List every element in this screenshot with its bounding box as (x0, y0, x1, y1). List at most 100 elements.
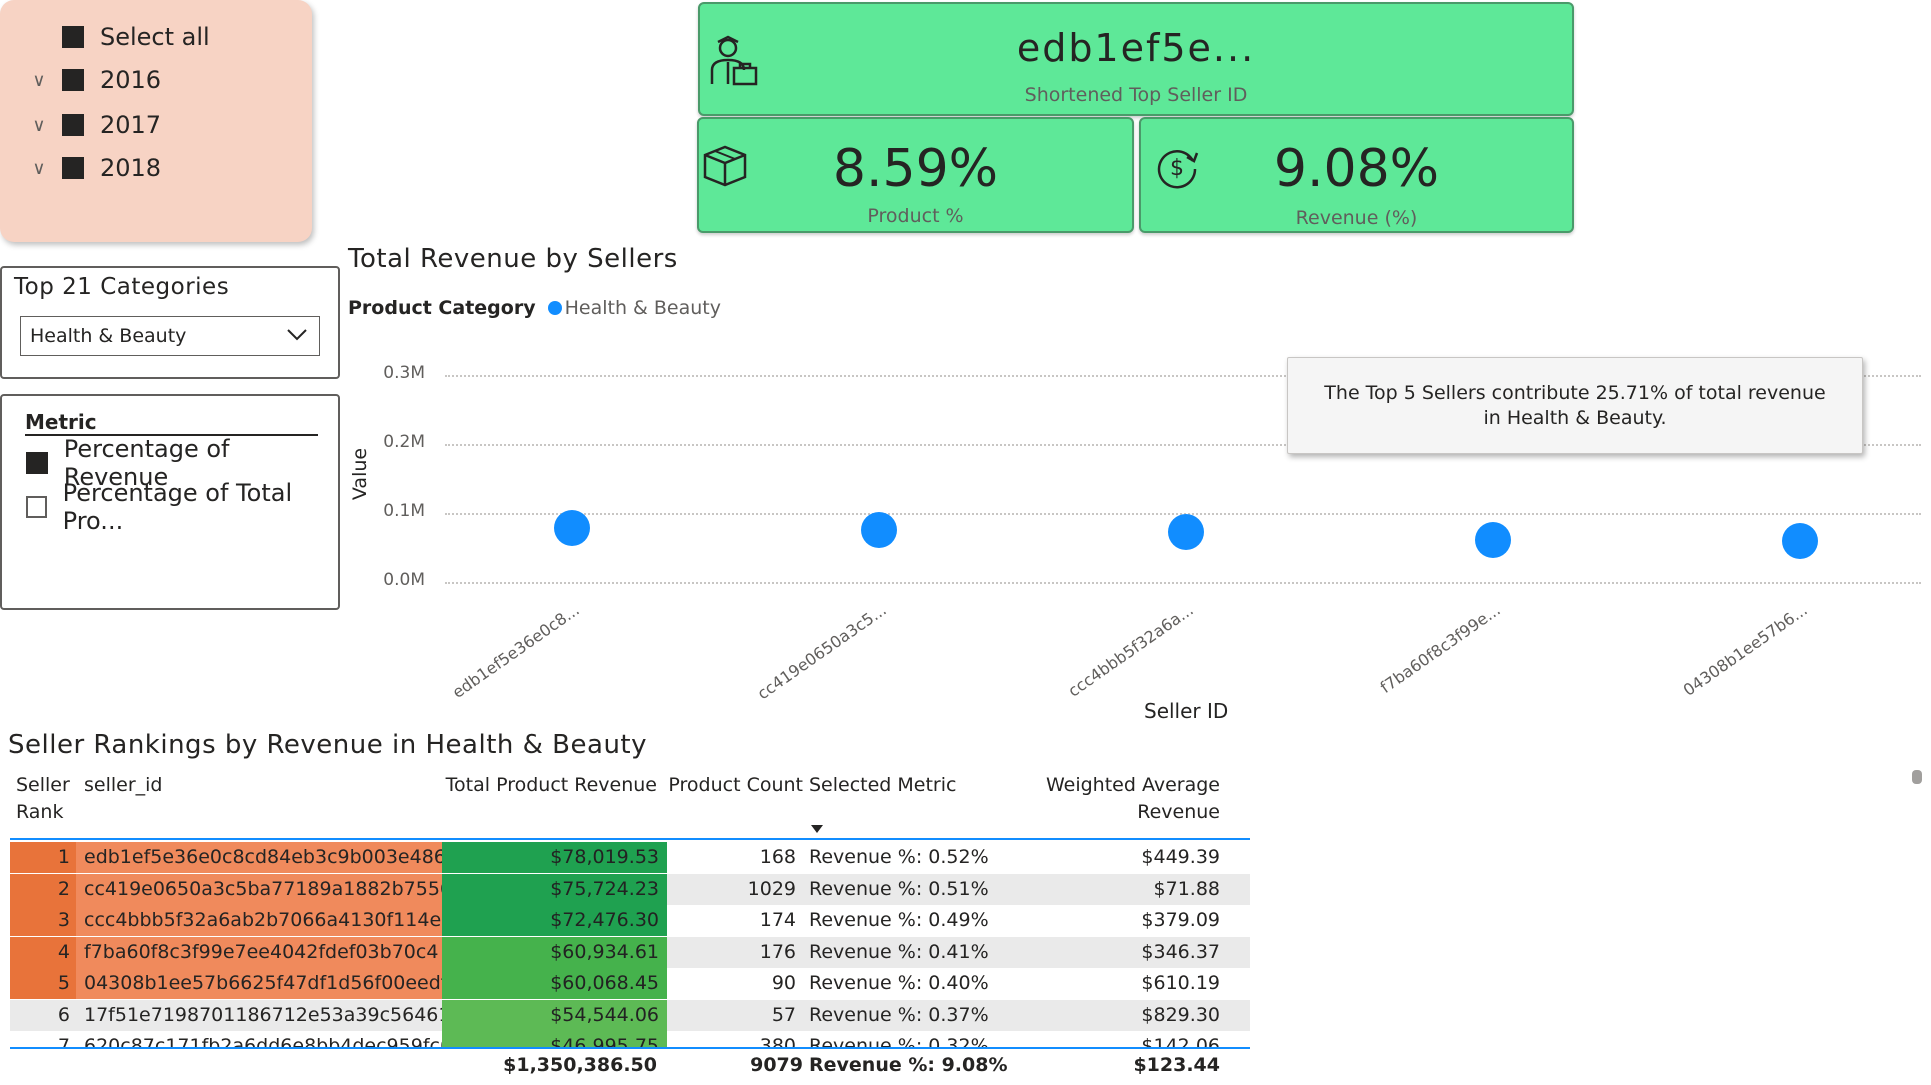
category-dropdown-value: Health & Beauty (30, 325, 187, 347)
revenue-pct-label: Revenue (%) (1295, 207, 1418, 229)
chevron-down-icon[interactable]: ∨ (28, 158, 50, 179)
total-selected-metric: Revenue %: 9.08% (809, 1054, 1008, 1076)
year-slicer-item-label: 2016 (100, 66, 162, 94)
top-seller-label: Shortened Top Seller ID (1024, 84, 1248, 106)
cell-rank: 6 (57, 1003, 70, 1026)
cell-weighted-avg: $379.09 (1141, 909, 1220, 931)
cell-weighted-avg: $71.88 (1153, 877, 1220, 900)
table-header: Seller Rank seller_id Total Product Reve… (10, 772, 1250, 842)
cell-product-count: 90 (771, 972, 796, 994)
cell-seller-id: ccc4bbb5f32a6ab2b7066a4130f114e3 (76, 905, 450, 936)
year-slicer-item-label: 2017 (100, 111, 162, 139)
table-row[interactable]: 3 ccc4bbb5f32a6ab2b7066a4130f114e3 $72,476… (10, 905, 1250, 936)
x-tick-label: edb1ef5e36e0c8... (448, 600, 583, 702)
annotation-text: The Top 5 Sellers contribute 25.71% of t… (1324, 381, 1826, 429)
data-point[interactable] (861, 511, 897, 548)
cell-weighted-avg: $829.30 (1141, 1003, 1220, 1026)
checkbox[interactable] (62, 114, 84, 136)
table-row[interactable]: 5 04308b1ee57b6625f47df1d56f00eedf $60,068… (10, 968, 1250, 999)
product-pct-value: 8.59% (832, 139, 999, 199)
chevron-down-icon[interactable]: ∨ (28, 70, 50, 91)
data-point[interactable] (1168, 513, 1204, 550)
x-tick-label: cc419e0650a3c5... (753, 600, 890, 704)
col-header-seller-id[interactable]: seller_id (84, 772, 163, 799)
y-tick-label: 0.3M (383, 363, 425, 383)
cell-product-count: 176 (759, 940, 796, 963)
cell-product-count: 168 (759, 846, 796, 868)
product-pct-label: Product % (867, 205, 964, 227)
cell-selected-metric: Revenue %: 0.40% (809, 972, 989, 994)
sort-desc-icon[interactable] (810, 824, 824, 834)
category-slicer: Top 21 Categories Health & Beauty (0, 266, 340, 379)
year-slicer-item[interactable]: ∨Select all (28, 20, 210, 54)
table-row[interactable]: 2 cc419e0650a3c5ba77189a1882b7556a $75,724… (10, 873, 1250, 905)
cell-rank: 1 (10, 842, 76, 873)
cell-rank: 2 (10, 873, 76, 905)
cell-weighted-avg: $610.19 (1141, 972, 1220, 994)
year-slicer-item-label: Select all (100, 23, 210, 51)
legend-title: Product Category (348, 297, 536, 319)
cell-revenue: $60,934.61 (442, 936, 667, 968)
table-totals-row: $1,350,386.50 9079 Revenue %: 9.08% $123… (10, 1050, 1250, 1082)
year-slicer-item[interactable]: ∨ 2017 (28, 108, 161, 142)
cell-rank: 7 (57, 1035, 70, 1048)
cell-seller-id: cc419e0650a3c5ba77189a1882b7556a (76, 873, 450, 905)
checkbox[interactable] (62, 69, 84, 91)
top-seller-value: edb1ef5e... (1016, 26, 1256, 70)
col-header-revenue[interactable]: Total Product Revenue (440, 772, 657, 799)
cell-weighted-avg: $346.37 (1141, 940, 1220, 963)
total-revenue: $1,350,386.50 (503, 1054, 657, 1076)
table-row[interactable]: 4 f7ba60f8c3f99e7ee4042fdef03b70c4 $60,934… (10, 936, 1250, 968)
cell-seller-id: edb1ef5e36e0c8cd84eb3c9b003e486d (76, 842, 450, 873)
revenue-pct-value: 9.08% (1273, 139, 1440, 199)
data-point[interactable] (1475, 521, 1511, 558)
cell-product-count: 1029 (747, 877, 796, 900)
cell-revenue: $54,544.06 (442, 999, 667, 1031)
data-point[interactable] (554, 510, 590, 547)
legend-marker (547, 301, 562, 315)
cell-product-count: 57 (771, 1003, 796, 1026)
year-slicer: ∨Select all ∨ 2016 ∨ 2017 ∨ 2018 (0, 0, 312, 242)
metric-option-label: Percentage of Total Pro... (62, 479, 293, 535)
checkbox[interactable] (26, 496, 47, 518)
col-header-product-count[interactable]: Product Count (660, 772, 803, 799)
year-slicer-item-label: 2018 (100, 154, 162, 182)
metric-option[interactable]: Percentage of Total Pro... (26, 479, 338, 535)
cell-seller-id: 620c87c171fb2a6dd6e8bb4dec959fc6 (84, 1035, 450, 1048)
chevron-down-icon (287, 329, 307, 341)
cell-weighted-avg: $142.06 (1141, 1035, 1220, 1048)
checkbox[interactable] (62, 157, 84, 179)
cell-selected-metric: Revenue %: 0.51% (809, 877, 989, 900)
table-total-rule (10, 1047, 1250, 1049)
cell-rank: 4 (10, 936, 76, 968)
category-dropdown[interactable]: Health & Beauty (20, 316, 320, 356)
annotation-card: The Top 5 Sellers contribute 25.71% of t… (1287, 357, 1863, 454)
table-row[interactable]: 7 620c87c171fb2a6dd6e8bb4dec959fc6 $46,995… (10, 1031, 1250, 1048)
total-product-count: 9079 (750, 1054, 803, 1076)
scroll-thumb[interactable] (1912, 770, 1922, 784)
table-row[interactable]: 6 17f51e7198701186712e53a39c564617 $54,544… (10, 999, 1250, 1031)
table-header-rule (10, 838, 1250, 840)
data-point[interactable] (1782, 522, 1818, 559)
y-tick-label: 0.1M (383, 501, 425, 521)
revenue-pct-card: $ 9.08% Revenue (%) (1139, 117, 1574, 233)
chevron-down-icon[interactable]: ∨ (28, 115, 50, 136)
table-row[interactable]: 1 edb1ef5e36e0c8cd84eb3c9b003e486d $78,019… (10, 842, 1250, 873)
year-slicer-item[interactable]: ∨ 2016 (28, 63, 161, 97)
cell-weighted-avg: $449.39 (1141, 846, 1220, 868)
cell-revenue: $46,995.75 (442, 1031, 667, 1048)
table-title: Seller Rankings by Revenue in Health & B… (8, 730, 647, 760)
y-axis-label-wrap: Value (340, 448, 380, 500)
col-header-selected-metric[interactable]: Selected Metric (809, 772, 956, 799)
cell-rank: 3 (10, 905, 76, 936)
checkbox[interactable] (62, 26, 84, 48)
year-slicer-item[interactable]: ∨ 2018 (28, 151, 161, 185)
checkbox[interactable] (26, 452, 48, 474)
col-header-weighted-avg[interactable]: Weighted Average Revenue (990, 772, 1220, 826)
metric-option[interactable]: Percentage of Revenue (26, 435, 338, 491)
metric-slicer: Metric Percentage of Revenue Percentage o… (0, 394, 340, 610)
col-header-rank[interactable]: Seller Rank (16, 772, 76, 826)
y-tick-label: 0.0M (383, 570, 425, 590)
x-tick-label: f7ba60f8c3f99e... (1376, 600, 1504, 698)
table-body: 1 edb1ef5e36e0c8cd84eb3c9b003e486d $78,019… (0, 842, 1260, 1048)
